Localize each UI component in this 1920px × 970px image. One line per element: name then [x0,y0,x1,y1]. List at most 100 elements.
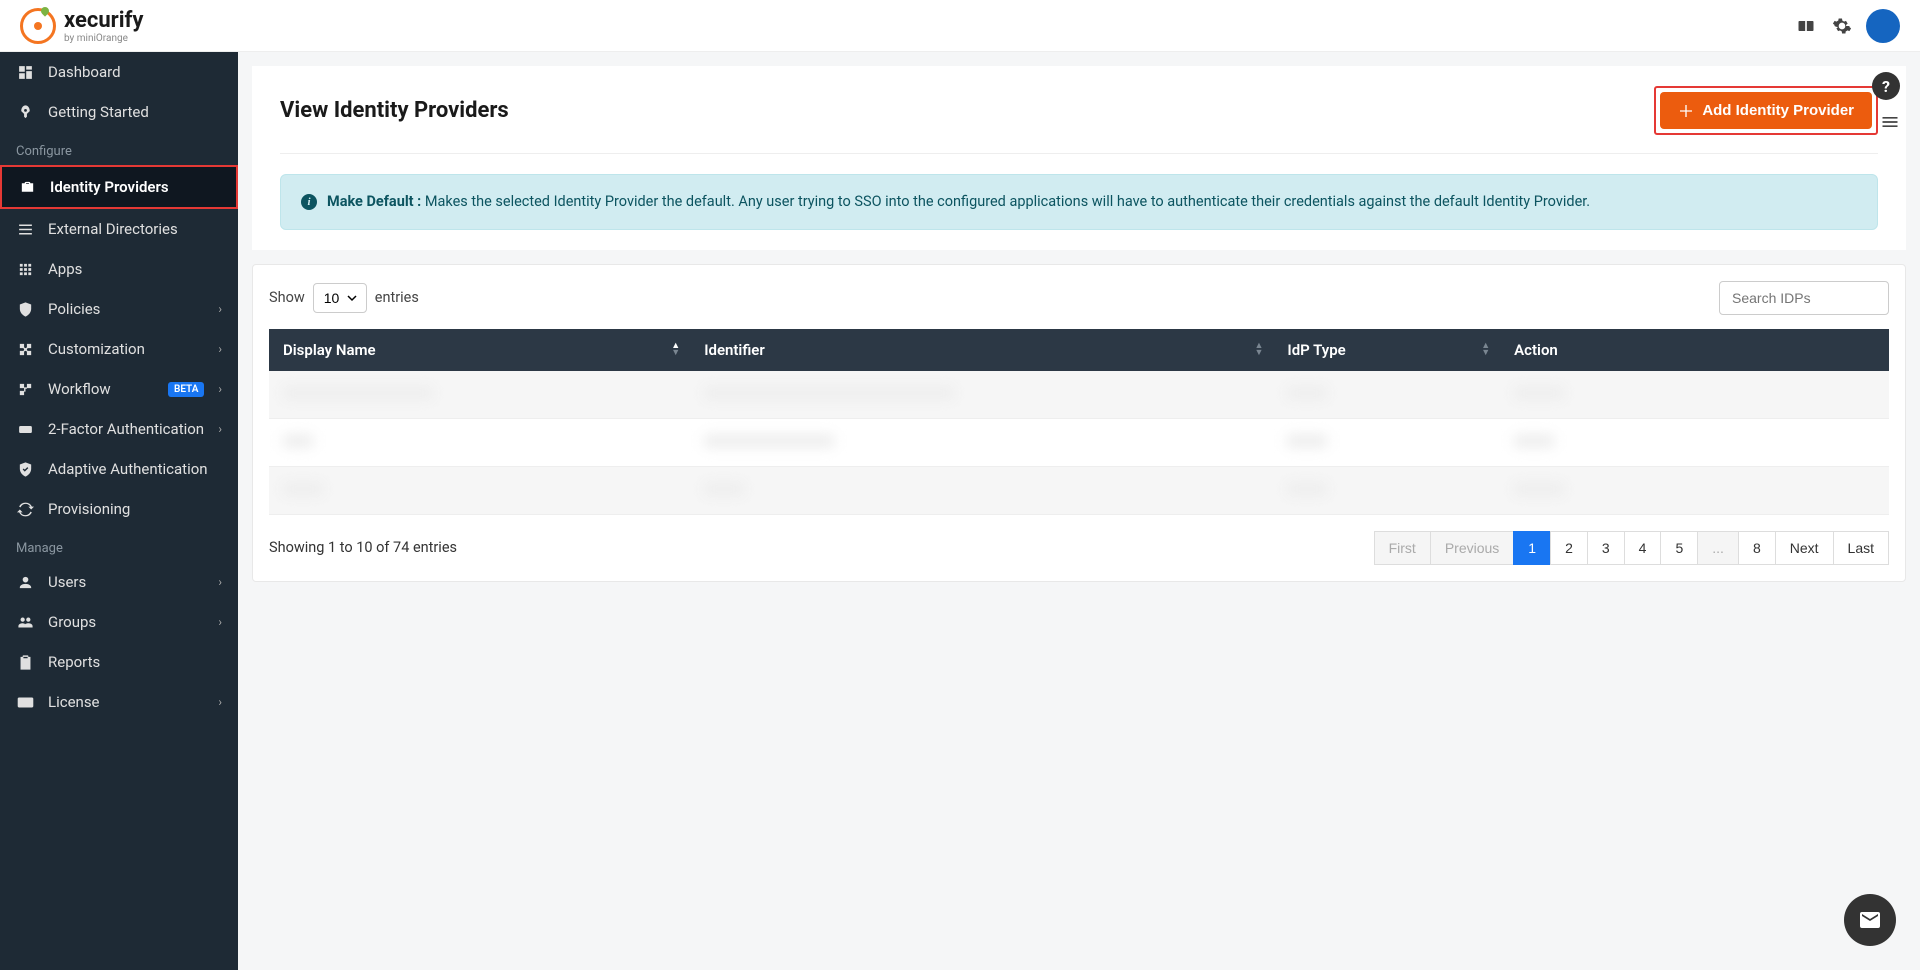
page-previous: Previous [1430,531,1514,565]
page-first: First [1374,531,1431,565]
digits-icon [16,420,34,438]
sidebar-item-dashboard[interactable]: Dashboard [0,52,238,92]
sidebar-item-customization[interactable]: Customization› [0,329,238,369]
sidebar-item-label: Workflow [48,380,154,398]
beta-badge: BETA [168,382,204,397]
sidebar-item-label: Identity Providers [50,178,220,196]
page-title: View Identity Providers [280,98,509,123]
sidebar-item-external-directories[interactable]: External Directories [0,209,238,249]
sidebar-item-label: Groups [48,613,204,631]
group-icon [16,613,34,631]
avatar[interactable] [1866,9,1900,43]
sidebar-item-label: Reports [48,653,222,671]
gear-icon[interactable] [1830,14,1854,38]
logo-icon [20,8,56,44]
sidebar-item-identity-providers[interactable]: Identity Providers [0,165,238,209]
briefcase-icon [18,178,36,196]
page-last[interactable]: Last [1833,531,1889,565]
sidebar-item-groups[interactable]: Groups › [0,602,238,642]
sidebar-item-reports[interactable]: Reports [0,642,238,682]
main-content: View Identity Providers Add Identity Pro… [238,52,1920,970]
page-1[interactable]: 1 [1513,531,1551,565]
show-label: Show [269,289,305,306]
add-identity-provider-button[interactable]: Add Identity Provider [1660,92,1872,129]
sidebar-item-provisioning[interactable]: Provisioning [0,489,238,529]
sidebar-item-workflow[interactable]: Workflow BETA › [0,369,238,409]
page-4[interactable]: 4 [1624,531,1662,565]
table-row [269,418,1889,466]
sidebar-item-label: Provisioning [48,500,222,518]
book-icon[interactable] [1794,14,1818,38]
sidebar-item-label: Dashboard [48,63,222,81]
add-idp-highlight: Add Identity Provider [1654,86,1878,135]
page-...: ... [1697,531,1739,565]
sidebar-item-label: 2-Factor Authentication [48,420,204,438]
info-title: Make Default : [327,193,421,210]
brand-name: xecurify [64,8,143,33]
sidebar-item-2-factor-authentication[interactable]: 2-Factor Authentication › [0,409,238,449]
chevron-right-icon: › [218,575,222,589]
card-icon [16,693,34,711]
show-entries: Show 10 entries [269,283,419,313]
table-row [269,466,1889,514]
sidebar-item-adaptive-authentication[interactable]: Adaptive Authentication [0,449,238,489]
help-button[interactable]: ? [1872,72,1900,100]
sidebar-item-getting-started[interactable]: Getting Started [0,92,238,132]
chat-button[interactable] [1844,894,1896,946]
sidebar-item-apps[interactable]: Apps [0,249,238,289]
page-3[interactable]: 3 [1587,531,1625,565]
chevron-right-icon: › [218,382,222,396]
brand-sub: by miniOrange [64,33,143,44]
pagination: FirstPrevious12345...8NextLast [1375,531,1889,565]
logo[interactable]: xecurify by miniOrange [20,8,143,44]
sidebar-item-label: Adaptive Authentication [48,460,222,478]
sidebar-item-label: Getting Started [48,103,222,121]
info-icon: i [301,194,317,210]
side-menu-toggle[interactable] [1880,112,1900,132]
chevron-right-icon: › [218,302,222,316]
chevron-right-icon: › [218,422,222,436]
user-icon [16,573,34,591]
page-next[interactable]: Next [1775,531,1834,565]
plus-icon [1678,103,1694,119]
info-box: i Make Default : Makes the selected Iden… [280,174,1878,230]
top-header: xecurify by miniOrange [0,0,1920,52]
list-icon [16,220,34,238]
add-button-label: Add Identity Provider [1702,102,1854,119]
dashboard-icon [16,63,34,81]
page-8[interactable]: 8 [1738,531,1776,565]
sidebar-item-label: Apps [48,260,222,278]
col-idp-type[interactable]: IdP Type ▲▼ [1273,329,1500,371]
shield-icon [16,300,34,318]
section-label: Manage [0,529,238,562]
entries-label: entries [375,289,419,306]
sidebar-item-license[interactable]: License › [0,682,238,722]
sidebar-item-label: License [48,693,204,711]
table-row [269,371,1889,419]
apps-icon [16,260,34,278]
shield-check-icon [16,460,34,478]
sidebar-item-label: Users [48,573,204,591]
col-display-name[interactable]: Display Name ▲▼ [269,329,690,371]
mail-icon [1858,908,1882,932]
search-input[interactable] [1719,281,1889,315]
sidebar: Dashboard Getting Started Configure Identit… [0,52,238,970]
table-info: Showing 1 to 10 of 74 entries [269,539,457,556]
sidebar-item-policies[interactable]: Policies › [0,289,238,329]
rocket-icon [16,103,34,121]
section-label: Configure [0,132,238,165]
info-body: Makes the selected Identity Provider the… [425,193,1590,210]
col-identifier[interactable]: Identifier ▲▼ [690,329,1273,371]
sidebar-item-label: Policies [48,300,204,318]
page-5[interactable]: 5 [1660,531,1698,565]
chevron-right-icon: › [218,695,222,709]
clipboard-icon [16,653,34,671]
page-2[interactable]: 2 [1550,531,1588,565]
chevron-right-icon: › [218,615,222,629]
col-action: Action [1500,329,1889,371]
sidebar-item-users[interactable]: Users › [0,562,238,602]
entries-select[interactable]: 10 [313,283,367,313]
idp-table: Display Name ▲▼ Identifier ▲▼ IdP Type ▲… [269,329,1889,515]
sidebar-item-label: External Directories [48,220,222,238]
sidebar-item-label: Customization [48,340,204,358]
